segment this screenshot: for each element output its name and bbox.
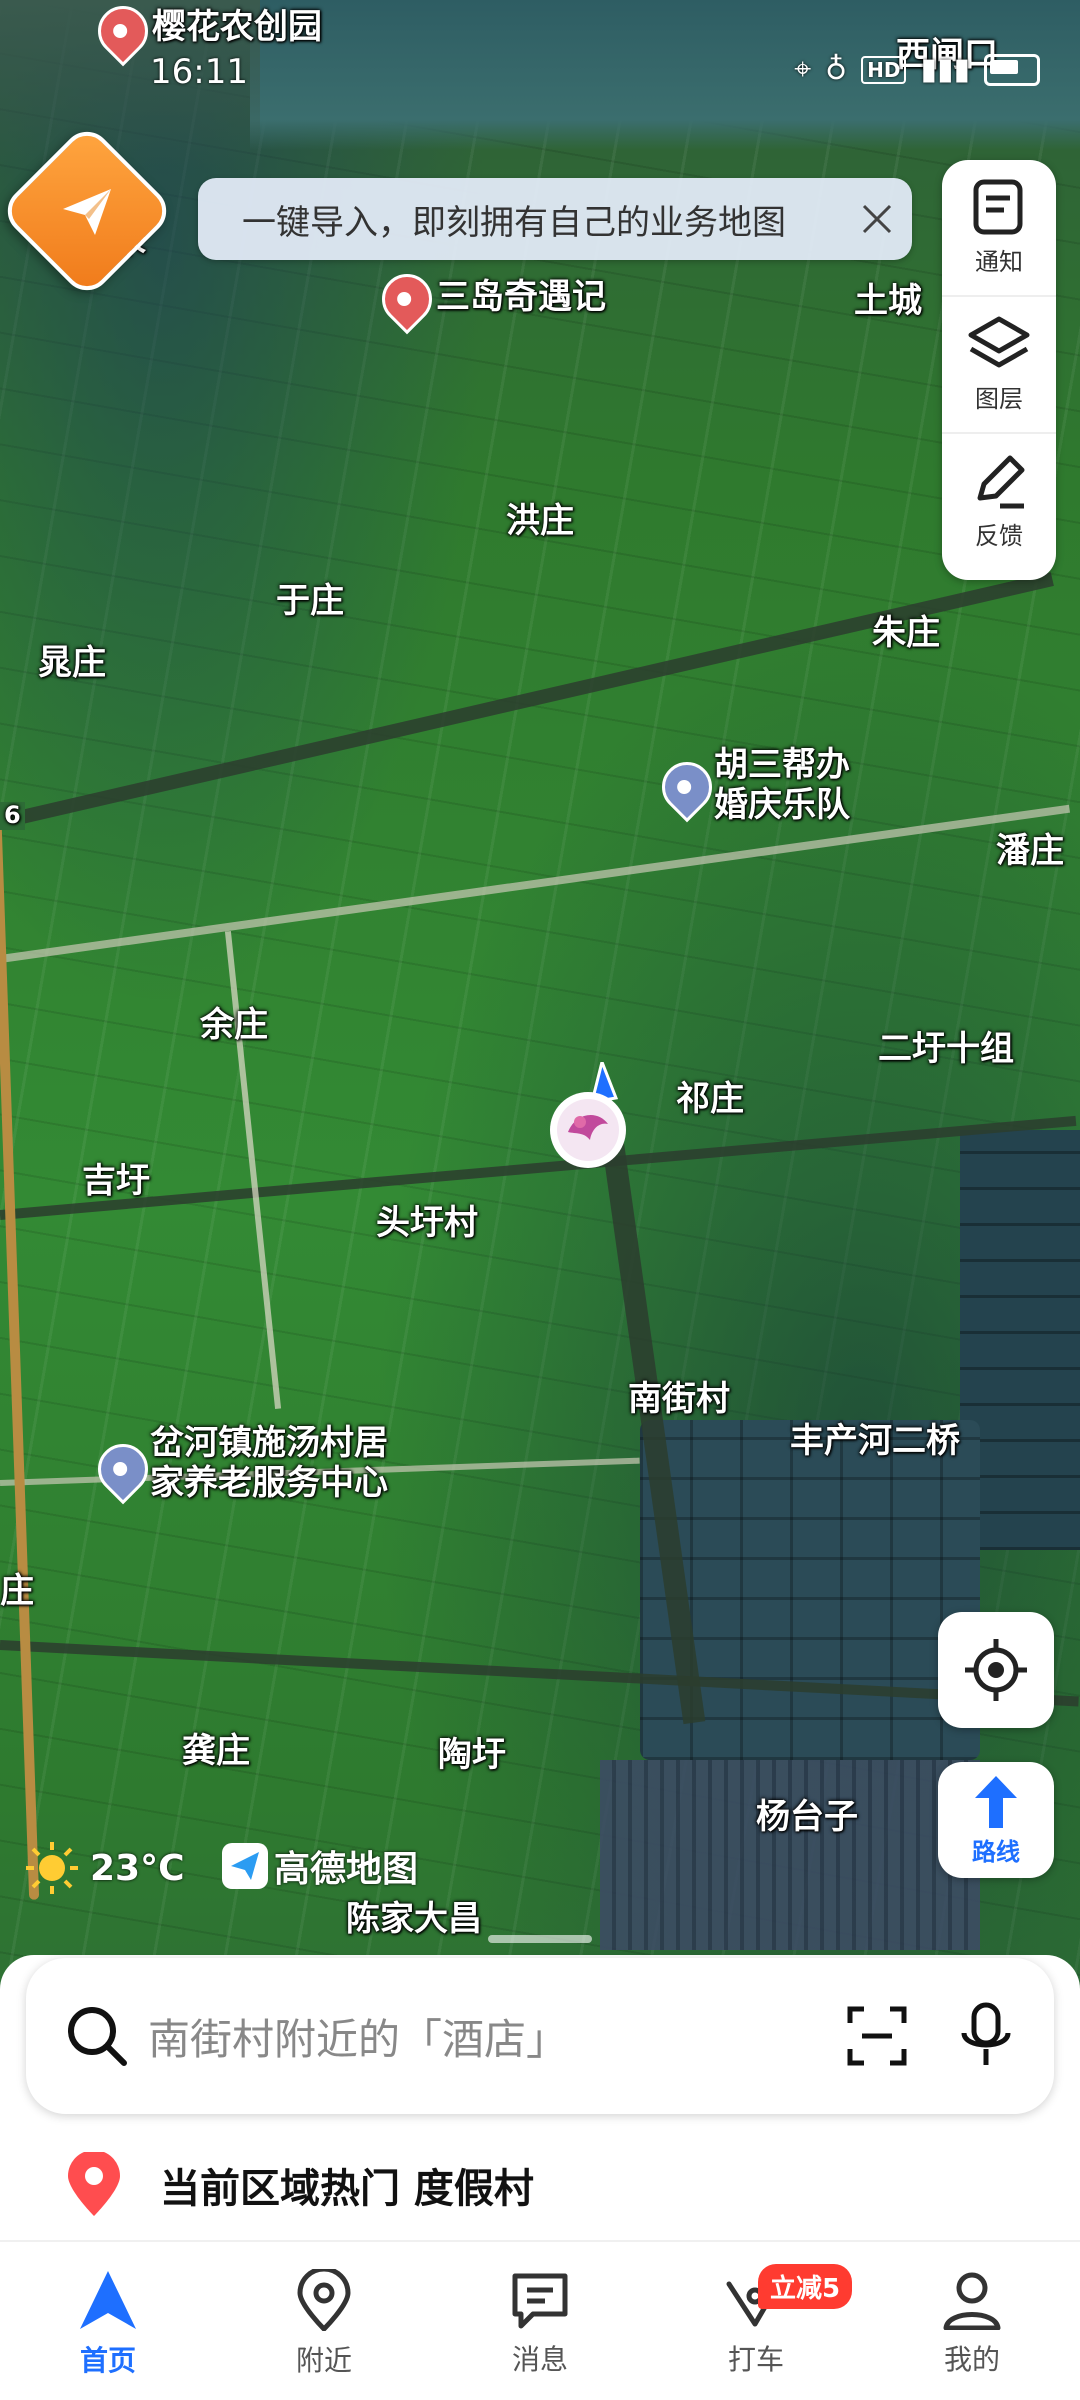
map-label[interactable]: 于庄 (276, 581, 344, 621)
layers-button[interactable]: 图层 (942, 295, 1056, 432)
tab-home[interactable]: 首页 (0, 2248, 216, 2400)
road (224, 931, 282, 1409)
banner-text[interactable]: 一键导入，即刻拥有自己的业务地图 (242, 195, 842, 244)
route-label: 路线 (972, 1837, 1020, 1866)
sun-icon (26, 1842, 78, 1894)
notice-icon (973, 179, 1023, 235)
map-label[interactable]: 三岛奇遇记 (436, 277, 606, 317)
map-label[interactable]: 婚庆乐队 (714, 785, 850, 825)
import-banner[interactable]: 一键导入，即刻拥有自己的业务地图 (198, 178, 912, 260)
map-label[interactable]: 丰产河二桥 (790, 1421, 960, 1461)
search-input[interactable]: 南街村附近的「酒店」 (148, 2006, 844, 2067)
map-label[interactable]: 晁庄 (38, 643, 106, 683)
temperature: 23°C (90, 1847, 185, 1889)
map-label[interactable]: 潘庄 (996, 831, 1064, 871)
tab-profile[interactable]: 我的 (864, 2248, 1080, 2400)
road-number: 6 (0, 801, 25, 830)
user-location-icon[interactable] (546, 1062, 630, 1172)
amap-logo-icon (222, 1843, 268, 1889)
feedback-button[interactable]: 反馈 (942, 432, 1056, 569)
tab-label: 首页 (79, 2344, 136, 2377)
locate-me-button[interactable] (938, 1612, 1054, 1728)
side-item-label: 反馈 (975, 522, 1023, 550)
bottom-tabbar: 首页 附近 消息 立减5 打车 我的 (0, 2248, 1080, 2400)
message-icon (512, 2273, 568, 2329)
canal (0, 572, 1054, 829)
user-icon (943, 2272, 1001, 2330)
attraction-pin-icon[interactable] (371, 263, 443, 335)
map-label[interactable]: 头圩村 (376, 1203, 478, 1243)
map-label[interactable]: 陶圩 (438, 1735, 506, 1775)
location-pin-icon (68, 2152, 120, 2216)
route-button[interactable]: 路线 (938, 1762, 1054, 1878)
poi-pin-icon[interactable] (651, 751, 723, 823)
search-icon (68, 2007, 127, 2066)
map-label[interactable]: 祁庄 (676, 1079, 744, 1119)
map-label[interactable]: 南街村 (628, 1379, 730, 1419)
nearby-pin-icon (297, 2269, 351, 2331)
route-arrow-icon (975, 1775, 1017, 1828)
canal (0, 1115, 1077, 1220)
search-bar[interactable]: 南街村附近的「酒店」 (26, 1958, 1054, 2114)
map-label[interactable]: 庄 (0, 1571, 34, 1611)
layers-icon (968, 316, 1030, 368)
solar-field (600, 1760, 980, 1950)
tab-nearby[interactable]: 附近 (216, 2248, 432, 2400)
hot-text: 当前区域热门 度假村 (160, 2166, 534, 2212)
map-label[interactable]: 陈家大昌 (346, 1899, 482, 1939)
microphone-icon[interactable] (958, 2001, 1014, 2071)
location-icon: ⌖ (794, 52, 812, 87)
side-item-label: 图层 (975, 385, 1023, 413)
tab-label: 我的 (943, 2343, 1000, 2376)
map-label[interactable]: 朱庄 (872, 613, 940, 653)
promo-badge: 立减5 (758, 2264, 853, 2309)
map-tools-panel: 通知 图层 反馈 (942, 160, 1056, 580)
tab-taxi[interactable]: 立减5 打车 (648, 2248, 864, 2400)
notice-button[interactable]: 通知 (942, 160, 1056, 295)
hot-recommendation[interactable]: 当前区域热门 度假村 (0, 2130, 1080, 2242)
battery-icon (984, 53, 1040, 86)
map-label[interactable]: 家养老服务中心 (150, 1463, 388, 1503)
poi-pin-icon[interactable] (87, 1433, 159, 1505)
tab-label: 消息 (511, 2343, 568, 2376)
map-label[interactable]: 岔河镇施汤村居 (150, 1423, 388, 1463)
status-icons: ⌖ ♁ HD ▮▮▮ (794, 52, 1040, 87)
map-label[interactable]: 杨台子 (756, 1797, 858, 1837)
banner-close-button[interactable] (842, 178, 912, 260)
mic-status-icon: ♁ (825, 52, 848, 87)
side-item-label: 通知 (975, 248, 1023, 276)
paper-plane-icon (63, 189, 111, 235)
status-time: 16:11 (150, 52, 248, 92)
map-label[interactable]: 胡三帮办 (714, 745, 850, 785)
close-icon (862, 204, 892, 234)
weather-widget[interactable]: 23°C (24, 1840, 185, 1896)
map-label[interactable]: 龚庄 (182, 1731, 250, 1771)
home-nav-arrow-icon (80, 2271, 136, 2329)
tab-label: 附近 (295, 2344, 352, 2377)
map-label[interactable]: 吉圩 (82, 1161, 150, 1201)
map-label[interactable]: 樱花农创园 (152, 7, 322, 47)
tab-messages[interactable]: 消息 (432, 2248, 648, 2400)
map-label[interactable]: 二圩十组 (878, 1029, 1014, 1069)
road (0, 804, 1071, 963)
feedback-icon (977, 455, 1025, 509)
brand-watermark: 高德地图 (222, 1840, 418, 1892)
map-label[interactable]: 余庄 (200, 1005, 268, 1045)
signal-icon: ▮▮▮ (920, 52, 970, 87)
scan-icon[interactable] (844, 2003, 910, 2069)
highway (0, 800, 40, 1900)
sheet-drag-handle[interactable] (488, 1935, 592, 1943)
hd-badge: HD (861, 55, 907, 84)
crosshair-icon (965, 1639, 1027, 1701)
tab-label: 打车 (727, 2343, 784, 2376)
brand-name: 高德地图 (274, 1849, 419, 1890)
map-label[interactable]: 洪庄 (506, 501, 574, 541)
map-label[interactable]: 土城 (854, 281, 922, 321)
